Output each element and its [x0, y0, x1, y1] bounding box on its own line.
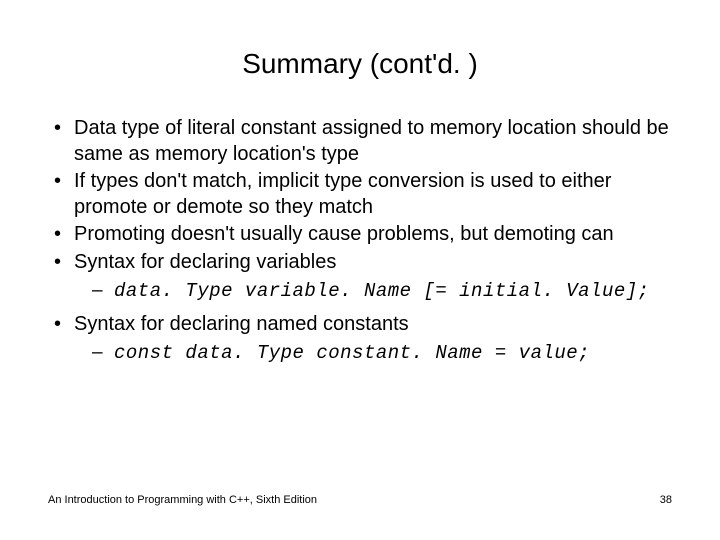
- bullet-item: Syntax for declaring variables data. Typ…: [48, 250, 672, 304]
- slide-title: Summary (cont'd. ): [48, 48, 672, 80]
- sub-list: const data. Type constant. Name = value;: [74, 340, 672, 367]
- slide: Summary (cont'd. ) Data type of literal …: [0, 0, 720, 540]
- slide-number: 38: [660, 494, 672, 506]
- code-item: data. Type variable. Name [= initial. Va…: [74, 278, 672, 305]
- bullet-text: Syntax for declaring variables: [74, 251, 336, 273]
- bullet-item: Promoting doesn't usually cause problems…: [48, 222, 672, 248]
- bullet-item: If types don't match, implicit type conv…: [48, 169, 672, 220]
- bullet-item: Syntax for declaring named constants con…: [48, 312, 672, 366]
- bullet-list: Data type of literal constant assigned t…: [48, 116, 672, 366]
- sub-list: data. Type variable. Name [= initial. Va…: [74, 278, 672, 305]
- footer-left: An Introduction to Programming with C++,…: [48, 494, 317, 506]
- code-item: const data. Type constant. Name = value;: [74, 340, 672, 367]
- bullet-item: Data type of literal constant assigned t…: [48, 116, 672, 167]
- bullet-text: Syntax for declaring named constants: [74, 313, 409, 335]
